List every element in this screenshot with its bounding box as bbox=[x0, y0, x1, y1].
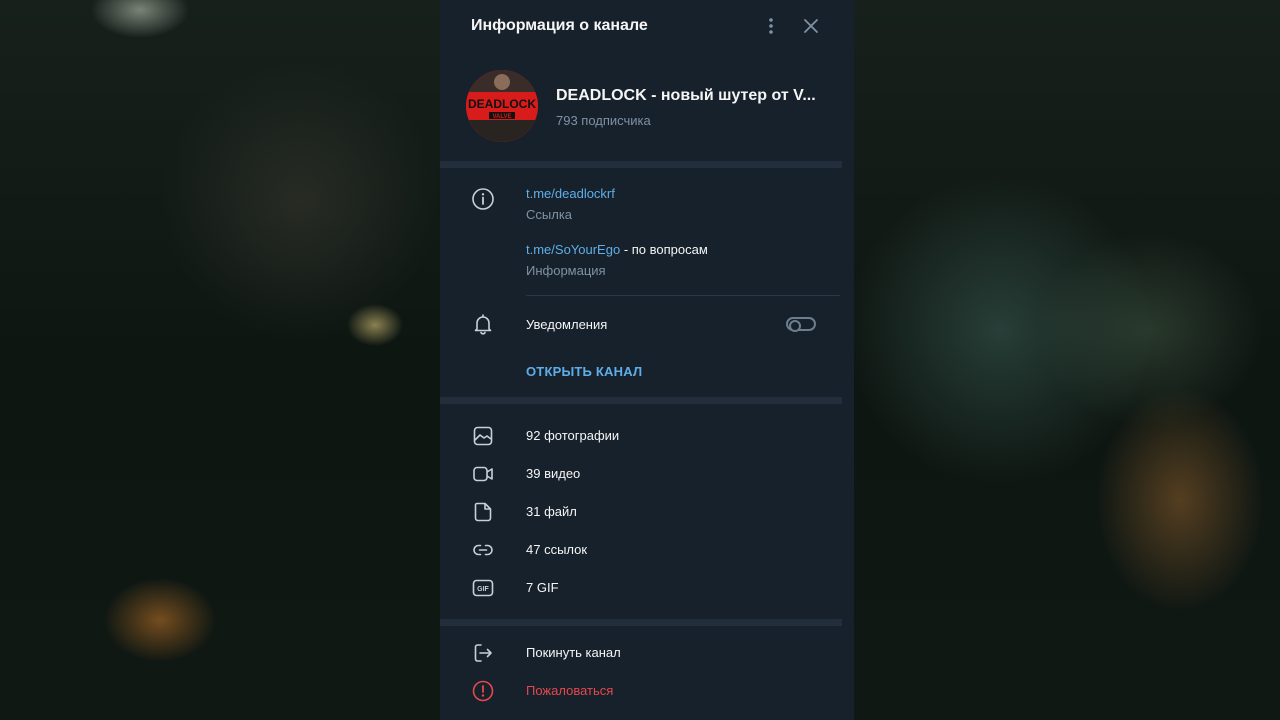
bell-icon bbox=[474, 314, 492, 335]
video-icon bbox=[473, 466, 493, 482]
report-icon bbox=[472, 680, 494, 702]
photo-icon bbox=[473, 426, 493, 446]
report-button[interactable]: Пожаловаться bbox=[526, 683, 613, 698]
channel-link-caption: Ссылка bbox=[526, 207, 573, 222]
info-icon bbox=[472, 188, 494, 210]
avatar-logo-subtext: VALVE bbox=[492, 114, 511, 120]
section-divider bbox=[440, 161, 842, 168]
panel-header: Информация о канале bbox=[440, 0, 854, 54]
svg-text:GIF: GIF bbox=[477, 586, 489, 593]
avatar-logo-text: DEADLOCK bbox=[468, 97, 536, 111]
contact-link[interactable]: t.me/SoYourEgo bbox=[526, 242, 620, 257]
channel-avatar[interactable]: DEADLOCK VALVE bbox=[466, 70, 538, 142]
media-gifs[interactable]: 7 GIF bbox=[526, 580, 559, 595]
close-button[interactable] bbox=[799, 14, 823, 38]
link-icon bbox=[473, 544, 493, 556]
description-text: t.me/SoYourEgo - по вопросам bbox=[526, 242, 708, 257]
description-caption: Информация bbox=[526, 263, 606, 278]
media-files[interactable]: 31 файл bbox=[526, 504, 577, 519]
deadlock-logo-icon: DEADLOCK VALVE bbox=[466, 70, 538, 142]
toggle-knob bbox=[789, 320, 801, 332]
media-links[interactable]: 47 ссылок bbox=[526, 542, 587, 557]
more-options-button[interactable] bbox=[759, 14, 783, 38]
open-channel-button[interactable]: ОТКРЫТЬ КАНАЛ bbox=[526, 364, 642, 379]
media-photos[interactable]: 92 фотографии bbox=[526, 428, 619, 443]
file-icon bbox=[474, 502, 492, 522]
gif-icon: GIF bbox=[472, 579, 494, 597]
description-suffix: - по вопросам bbox=[620, 242, 708, 257]
media-videos[interactable]: 39 видео bbox=[526, 466, 580, 481]
leave-channel-button[interactable]: Покинуть канал bbox=[526, 645, 621, 660]
subscriber-count: 793 подписчика bbox=[556, 113, 651, 128]
notifications-label: Уведомления bbox=[526, 317, 608, 332]
separator-line bbox=[526, 295, 840, 296]
more-vertical-icon bbox=[769, 18, 773, 34]
logout-icon bbox=[474, 644, 492, 662]
section-divider bbox=[440, 619, 842, 626]
notifications-toggle[interactable] bbox=[786, 317, 816, 332]
channel-link[interactable]: t.me/deadlockrf bbox=[526, 186, 615, 201]
channel-profile: DEADLOCK VALVE DEADLOCK - новый шутер от… bbox=[440, 54, 854, 161]
channel-title: DEADLOCK - новый шутер от V... bbox=[556, 87, 816, 104]
close-icon bbox=[804, 19, 818, 33]
page-title: Информация о канале bbox=[471, 17, 648, 34]
channel-info-panel: Информация о канале DEADLOCK VALVE DEADL… bbox=[440, 0, 854, 720]
section-divider bbox=[440, 397, 842, 404]
